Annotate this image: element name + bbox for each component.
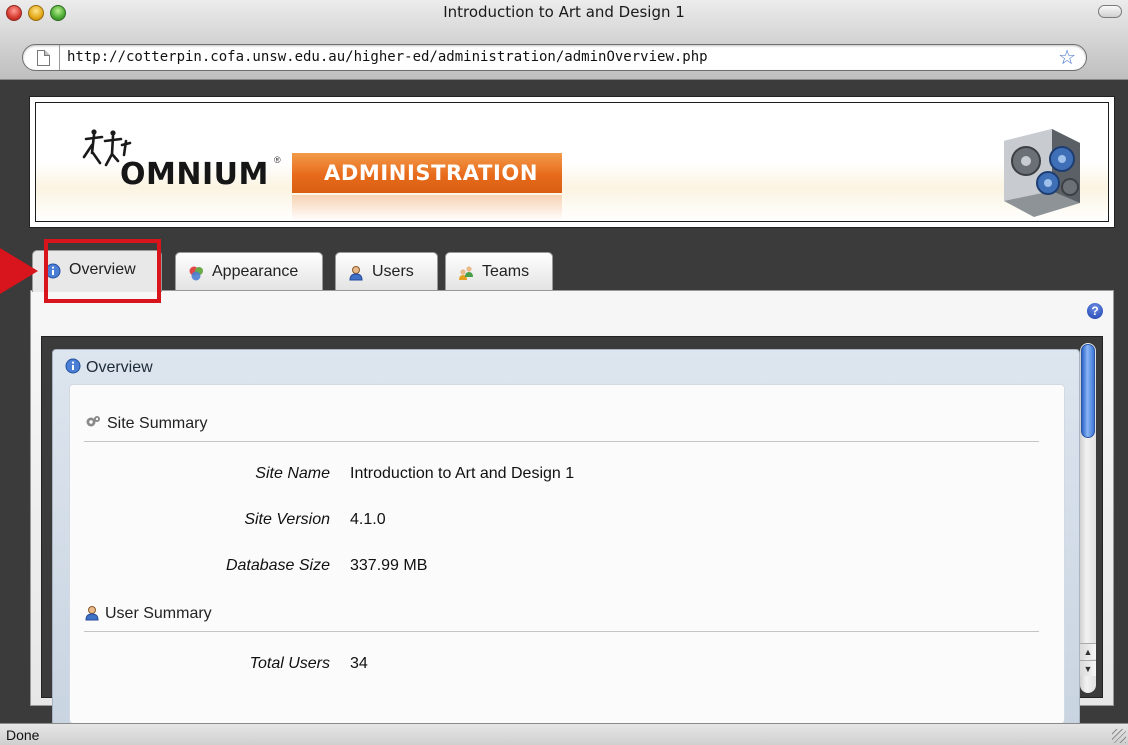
site-summary-title: Site Summary — [107, 415, 208, 432]
overview-title: Overview — [86, 359, 153, 376]
toolbar-toggle-button[interactable] — [1098, 5, 1122, 18]
total-users-value: 34 — [350, 655, 368, 672]
browser-window: Introduction to Art and Design 1 http://… — [0, 0, 1128, 745]
banner-background: OMNIUM ® ADMINISTRATION — [35, 102, 1109, 222]
title-bar: Introduction to Art and Design 1 http://… — [0, 0, 1128, 80]
status-bar: Done — [0, 723, 1128, 745]
url-text[interactable]: http://cotterpin.cofa.unsw.edu.au/higher… — [67, 49, 708, 65]
page-icon — [37, 50, 50, 66]
omnium-logo-text: OMNIUM — [120, 157, 269, 192]
settings-gear-icon — [86, 416, 100, 427]
scroll-down-arrow-icon[interactable]: ▼ — [1080, 660, 1096, 676]
scrollbar-thumb[interactable] — [1081, 344, 1095, 438]
gear-box-icon — [1004, 129, 1080, 217]
help-icon[interactable]: ? — [1087, 303, 1103, 319]
user-summary-heading: User Summary — [84, 605, 1039, 632]
tab-appearance[interactable]: Appearance — [175, 252, 323, 290]
database-size-label: Database Size — [225, 557, 330, 574]
info-icon — [65, 358, 81, 374]
administration-badge: ADMINISTRATION — [292, 153, 562, 193]
vertical-scrollbar[interactable]: ▲ ▼ — [1080, 343, 1096, 693]
pointer-arrow-icon — [0, 248, 38, 294]
overview-frame: Overview Site Summary Site Name Introduc… — [41, 336, 1103, 729]
administration-label: ADMINISTRATION — [324, 161, 538, 185]
content-panel: ? Overview Site Summary Site Name Introd… — [30, 290, 1114, 729]
resize-grip-icon[interactable] — [1112, 729, 1126, 743]
tab-teams[interactable]: Teams — [445, 252, 553, 290]
omnium-banner: OMNIUM ® ADMINISTRATION — [29, 96, 1115, 228]
address-bar[interactable]: http://cotterpin.cofa.unsw.edu.au/higher… — [22, 44, 1087, 71]
overview-box: Overview Site Summary Site Name Introduc… — [52, 349, 1080, 729]
tab-users-label: Users — [372, 263, 414, 280]
site-version-value: 4.1.0 — [350, 511, 386, 528]
registered-mark: ® — [274, 155, 281, 165]
site-name-value: Introduction to Art and Design 1 — [350, 465, 575, 482]
site-name-label: Site Name — [255, 465, 330, 482]
teams-icon — [459, 266, 473, 280]
site-summary-heading: Site Summary — [84, 413, 1039, 442]
database-size-value: 337.99 MB — [350, 557, 428, 574]
window-title: Introduction to Art and Design 1 — [443, 3, 685, 21]
user-summary-title: User Summary — [105, 605, 212, 622]
site-version-label: Site Version — [244, 511, 330, 528]
address-bar-divider — [59, 45, 60, 70]
badge-reflection — [292, 195, 562, 221]
user-icon — [349, 266, 363, 281]
tab-teams-label: Teams — [482, 263, 530, 280]
overview-header: Overview — [65, 358, 153, 377]
admin-tab-bar: Overview Appearance Users Teams — [30, 250, 1114, 292]
tab-appearance-label: Appearance — [212, 263, 299, 280]
status-text: Done — [6, 727, 40, 743]
scroll-up-arrow-icon[interactable]: ▲ — [1080, 643, 1096, 659]
appearance-icon — [189, 266, 203, 281]
total-users-label: Total Users — [249, 655, 330, 672]
tab-users[interactable]: Users — [335, 252, 438, 290]
user-icon — [85, 606, 99, 621]
bookmark-star-icon[interactable]: ☆ — [1058, 46, 1076, 70]
overview-body: Site Summary Site Name Introduction to A… — [69, 384, 1065, 724]
overview-tab-highlight — [44, 239, 161, 303]
